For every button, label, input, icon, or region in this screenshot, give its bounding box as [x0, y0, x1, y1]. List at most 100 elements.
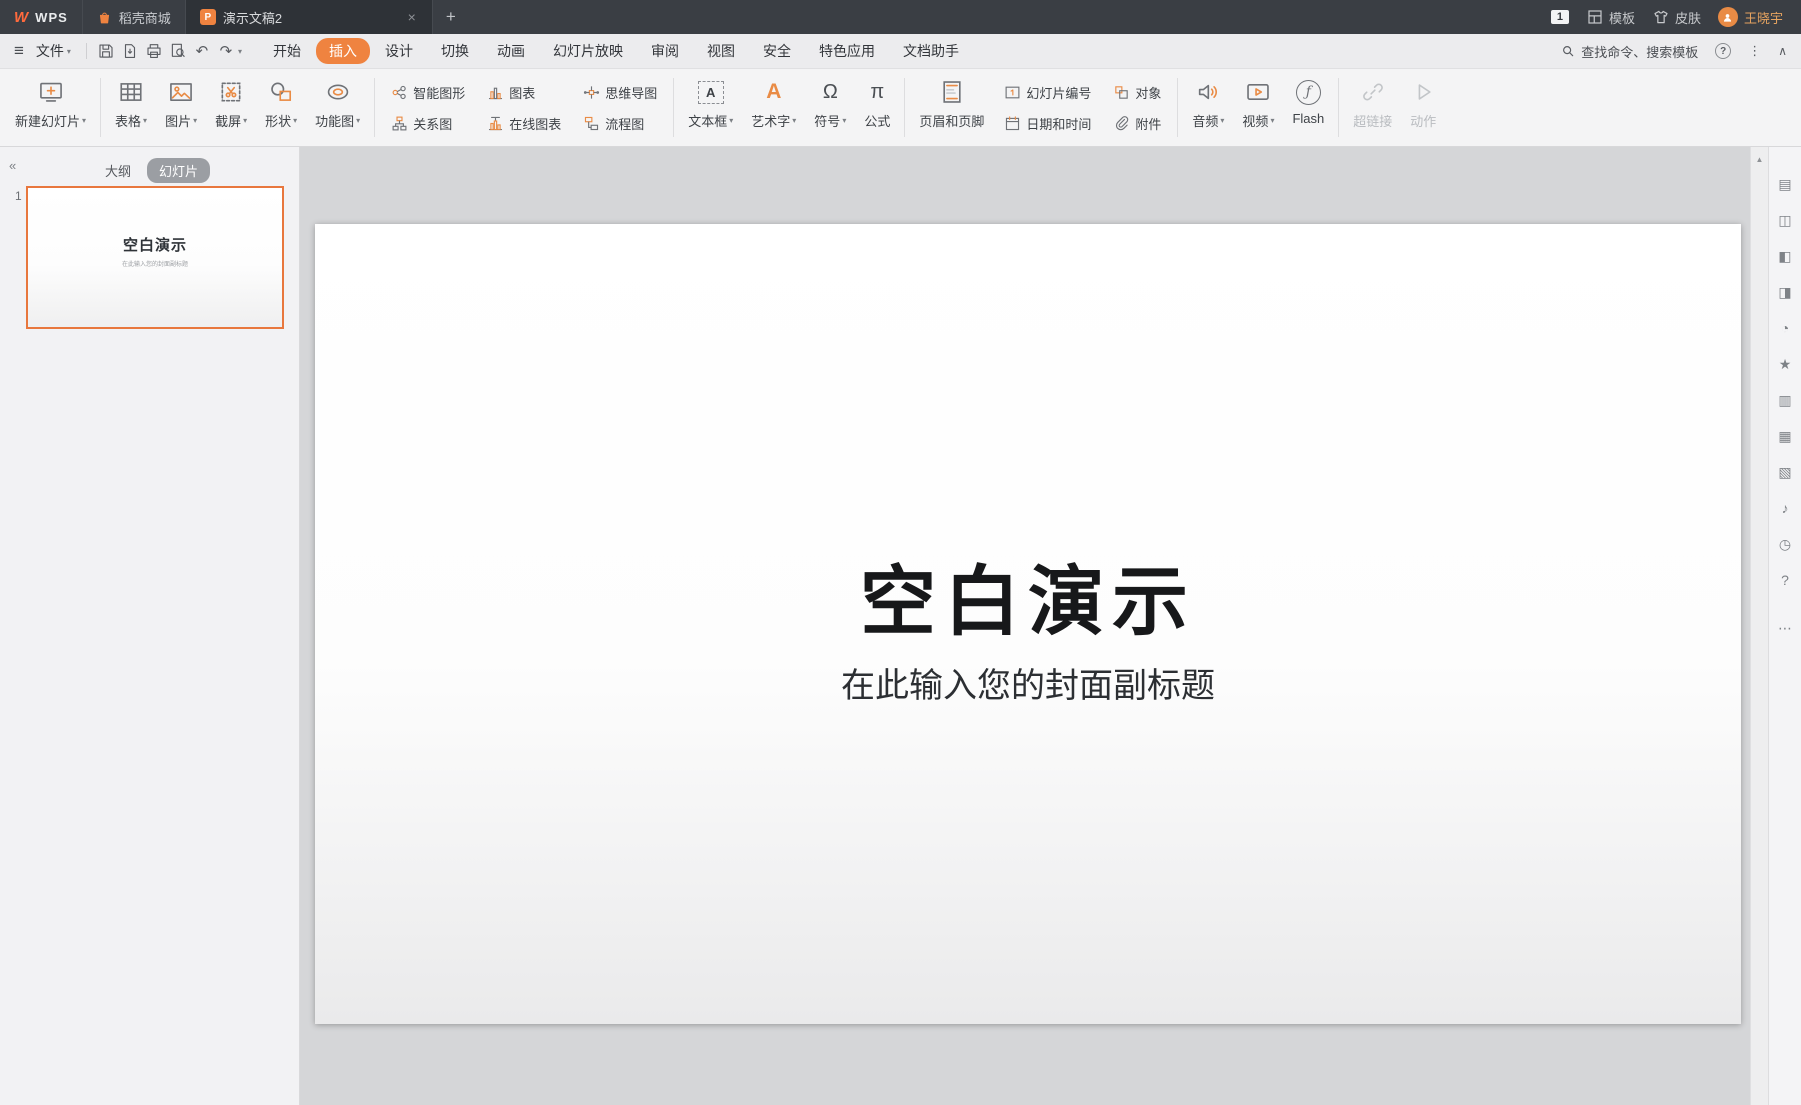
- menu-tab-design[interactable]: 设计: [372, 37, 426, 65]
- save-button[interactable]: [94, 39, 118, 63]
- help-icon[interactable]: ?: [1715, 43, 1731, 59]
- slide-thumbnail-1[interactable]: 空白演示 在此输入您的封面副标题: [26, 186, 284, 329]
- scroll-up-icon[interactable]: ▲: [1756, 155, 1764, 164]
- panel-animation-icon[interactable]: ◔: [1781, 321, 1789, 336]
- file-menu-button[interactable]: 文件 ▾: [36, 41, 71, 61]
- tab-presentation2[interactable]: P 演示文稿2 ×: [186, 0, 433, 34]
- menu-tab-insert[interactable]: 插入: [316, 38, 370, 64]
- date-time-button[interactable]: 日期和时间: [1001, 112, 1094, 135]
- header-footer-button[interactable]: 页眉和页脚: [910, 69, 993, 146]
- titlebar-right: 1 模板 皮肤 王晓宇: [1551, 0, 1801, 34]
- panel-more-icon[interactable]: ⋯: [1778, 620, 1792, 637]
- function-diagram-button[interactable]: 功能图▾: [306, 69, 369, 146]
- chevron-down-icon: ▾: [82, 116, 86, 125]
- tab-outline[interactable]: 大纲: [105, 161, 131, 180]
- hyperlink-label: 超链接: [1353, 111, 1392, 130]
- more-options-icon[interactable]: ⋮: [1748, 43, 1761, 59]
- collapse-panel-icon[interactable]: «: [9, 158, 16, 173]
- menu-tab-view[interactable]: 视图: [694, 37, 748, 65]
- panel-help-icon[interactable]: ?: [1781, 573, 1789, 588]
- audio-button[interactable]: 音频▾: [1183, 69, 1233, 146]
- menu-tab-review[interactable]: 审阅: [638, 37, 692, 65]
- tab-docer-mall[interactable]: 稻壳商城: [83, 0, 186, 34]
- screenshot-button[interactable]: 截屏▾: [206, 69, 256, 146]
- menu-tab-animation[interactable]: 动画: [484, 37, 538, 65]
- panel-image-icon[interactable]: ▧: [1778, 465, 1791, 480]
- wps-home-tab[interactable]: W WPS: [0, 0, 83, 34]
- chart-button[interactable]: 图表: [484, 81, 564, 104]
- panel-chart-icon[interactable]: ▦: [1778, 429, 1791, 444]
- ribbon-group-links: 超链接 动作: [1344, 69, 1445, 146]
- panel-audio-icon[interactable]: ♪: [1782, 501, 1789, 516]
- smart-graphics-button[interactable]: 智能图形: [388, 81, 468, 104]
- slide-title-placeholder[interactable]: 空白演示: [315, 540, 1741, 650]
- presentation-file-icon: P: [200, 9, 216, 25]
- redo-button[interactable]: ↷: [214, 39, 238, 63]
- hamburger-menu-icon[interactable]: ≡: [14, 41, 24, 61]
- insert-picture-button[interactable]: 图片▾: [156, 69, 206, 146]
- menu-tab-security[interactable]: 安全: [750, 37, 804, 65]
- undo-button[interactable]: ↶: [190, 39, 214, 63]
- chevron-down-icon[interactable]: ▾: [238, 47, 242, 56]
- flash-button[interactable]: ƒ Flash: [1283, 69, 1333, 146]
- tab-slides[interactable]: 幻灯片: [147, 158, 210, 183]
- panel-favorites-star-icon[interactable]: ★: [1779, 357, 1792, 372]
- flow-chart-button[interactable]: 流程图: [580, 112, 660, 135]
- slide-subtitle-placeholder[interactable]: 在此输入您的封面副标题: [315, 658, 1741, 707]
- panel-transition-icon[interactable]: ◨: [1778, 285, 1791, 300]
- new-tab-button[interactable]: +: [433, 0, 469, 34]
- menu-tab-transition[interactable]: 切换: [428, 37, 482, 65]
- menu-tab-slideshow[interactable]: 幻灯片放映: [540, 37, 636, 65]
- panel-layout-icon[interactable]: ◫: [1778, 213, 1791, 228]
- menu-tab-doc-assistant[interactable]: 文档助手: [890, 37, 972, 65]
- relation-diagram-button[interactable]: 关系图: [388, 112, 468, 135]
- user-name: 王晓宇: [1744, 8, 1783, 27]
- slide-1[interactable]: 空白演示 在此输入您的封面副标题: [315, 224, 1741, 1024]
- panel-design-icon[interactable]: ◧: [1778, 249, 1791, 264]
- command-search[interactable]: 查找命令、搜索模板: [1561, 42, 1698, 61]
- chevron-down-icon: ▾: [143, 116, 147, 125]
- collapse-ribbon-icon[interactable]: ∧: [1778, 44, 1787, 58]
- smart-graphics-icon: [391, 84, 408, 101]
- audio-icon: [1195, 77, 1221, 107]
- ribbon-separator: [1338, 78, 1339, 137]
- formula-button[interactable]: π 公式: [855, 69, 899, 146]
- mind-map-button[interactable]: 思维导图: [580, 81, 660, 104]
- online-chart-button[interactable]: 在线图表: [484, 112, 564, 135]
- video-button[interactable]: 视频▾: [1233, 69, 1283, 146]
- notification-badge[interactable]: 1: [1551, 10, 1569, 24]
- slide-number-button[interactable]: 幻灯片编号: [1001, 81, 1094, 104]
- user-account[interactable]: 王晓宇: [1718, 7, 1783, 27]
- undo-icon: ↶: [196, 42, 209, 60]
- picture-icon: [168, 77, 194, 107]
- panel-properties-icon[interactable]: ▤: [1778, 177, 1791, 192]
- chart-icon: [487, 84, 504, 101]
- close-tab-icon[interactable]: ×: [406, 9, 418, 25]
- action-button: 动作: [1401, 69, 1445, 146]
- new-slide-button[interactable]: 新建幻灯片▾: [6, 69, 95, 146]
- menu-tab-start[interactable]: 开始: [260, 37, 314, 65]
- export-button[interactable]: [118, 39, 142, 63]
- shapes-button[interactable]: 形状▾: [256, 69, 306, 146]
- skin-button[interactable]: 皮肤: [1652, 8, 1701, 27]
- panel-history-icon[interactable]: ◷: [1779, 537, 1791, 552]
- print-button[interactable]: [142, 39, 166, 63]
- word-art-label: 艺术字: [751, 111, 790, 130]
- word-art-button[interactable]: A 艺术字▾: [742, 69, 805, 146]
- titlebar: W WPS 稻壳商城 P 演示文稿2 × + 1 模板 皮肤 王晓宇: [0, 0, 1801, 34]
- panel-clipboard-icon[interactable]: ▥: [1778, 393, 1791, 408]
- symbol-button[interactable]: Ω 符号▾: [805, 69, 855, 146]
- vertical-scrollbar[interactable]: ▲: [1750, 147, 1768, 1105]
- attachment-button[interactable]: 附件: [1110, 112, 1164, 135]
- header-footer-icon: [939, 77, 965, 107]
- menu-tab-special-apps[interactable]: 特色应用: [806, 37, 888, 65]
- print-preview-button[interactable]: [166, 39, 190, 63]
- object-icon: [1113, 84, 1130, 101]
- avatar: [1718, 7, 1738, 27]
- insert-table-button[interactable]: 表格▾: [106, 69, 156, 146]
- mind-map-icon: [583, 84, 600, 101]
- text-box-button[interactable]: A 文本框▾: [679, 69, 742, 146]
- template-button[interactable]: 模板: [1586, 8, 1635, 27]
- insert-object-button[interactable]: 对象: [1110, 81, 1164, 104]
- save-icon: [97, 42, 115, 60]
